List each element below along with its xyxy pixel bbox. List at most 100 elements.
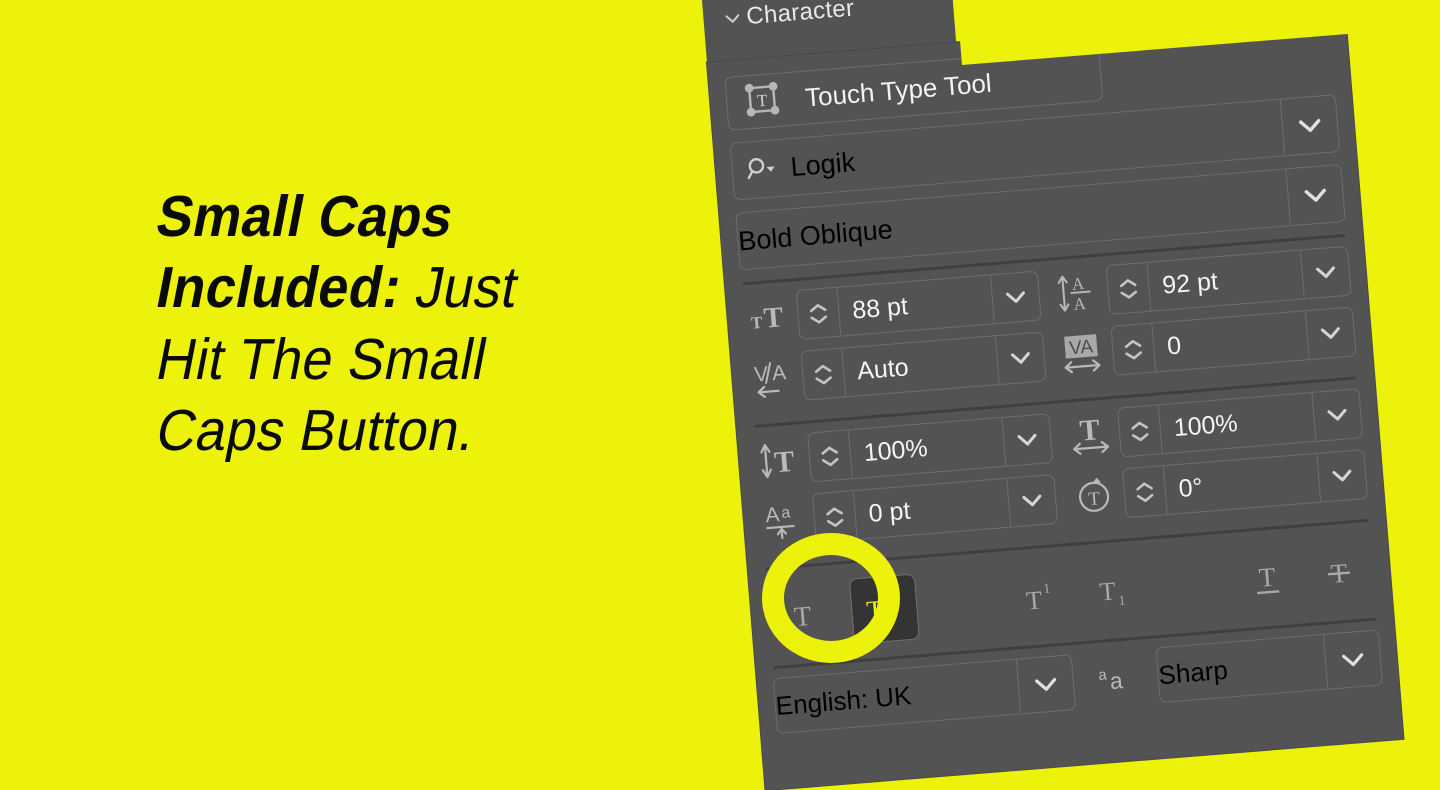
language-select[interactable]: English: UK [772,654,1077,735]
baseline-shift-value[interactable]: 0 pt [854,479,1010,539]
metrics-column-left-2: T 100% A a 0 pt [753,413,1059,558]
character-rotation-icon: T [1068,472,1125,518]
panel-title-row: Character [724,0,855,33]
font-style-value: Bold Oblique [737,213,894,256]
touch-type-tool-icon: T [742,78,783,124]
svg-text:A: A [765,503,781,527]
superscript-button[interactable]: T 1 [1006,563,1073,630]
svg-text:T: T [1099,576,1117,606]
svg-text:a: a [781,504,791,522]
svg-text:a: a [1098,666,1108,684]
font-search-icon[interactable] [732,154,782,186]
metrics-column-right-2: T 100% T 0° [1063,388,1369,533]
baseline-shift-row: A a 0 pt [758,473,1059,548]
svg-text:A: A [771,361,787,385]
baseline-shift-input[interactable]: 0 pt [811,473,1059,544]
specimen-line-1: Small Caps [151,184,684,249]
horizontal-scale-stepper[interactable] [1118,405,1163,457]
tracking-row: VA 0 [1057,306,1357,380]
font-family-dropdown-arrow[interactable] [1279,94,1341,157]
anti-aliasing-icon: a a [1086,649,1146,709]
language-value: English: UK [774,679,913,721]
font-size-stepper[interactable] [796,287,842,339]
metrics-group-2: T 100% A a 0 pt T 100% T 0° [753,388,1369,558]
character-rotation-stepper[interactable] [1122,466,1168,518]
strikethrough-button[interactable]: T [1306,539,1373,606]
touch-type-tool-label: Touch Type Tool [803,67,993,113]
metrics-group-1: T T 88 pt V A Auto A A 92 pt VA 0 [742,245,1358,416]
font-style-dropdown-arrow[interactable] [1285,163,1346,227]
svg-text:T: T [1078,413,1101,447]
subscript-button[interactable]: T 1 [1080,557,1147,624]
kerning-stepper[interactable] [801,348,847,400]
tracking-dropdown-arrow[interactable] [1304,307,1356,360]
character-panel-content: T Touch Type Tool Logik Bold Oblique T T… [707,11,1403,790]
svg-text:T: T [750,313,763,333]
horizontal-scale-icon: T [1063,412,1120,458]
underline-button[interactable]: T [1234,545,1301,612]
language-dropdown-arrow[interactable] [1015,654,1077,715]
leading-input[interactable]: 92 pt [1105,245,1352,315]
specimen-line-2-light: Just [410,255,525,321]
specimen-line-4: Caps Button. [151,398,482,464]
leading-stepper[interactable] [1106,262,1152,314]
leading-icon: A A [1052,269,1109,315]
horizontal-scale-dropdown-arrow[interactable] [1311,389,1363,441]
svg-text:T: T [1258,562,1277,593]
character-rotation-value[interactable]: 0° [1164,454,1320,514]
specimen-line-1-text: Small Caps [151,184,460,249]
specimen-line-3: Hit The Small [151,326,493,392]
leading-value[interactable]: 92 pt [1147,251,1303,311]
vertical-scale-dropdown-arrow[interactable] [1001,414,1053,466]
small-caps-button[interactable]: T T [848,573,920,645]
kerning-dropdown-arrow[interactable] [994,332,1046,385]
character-rotation-input[interactable]: 0° [1121,449,1369,519]
svg-text:T: T [793,601,813,633]
font-specimen-text: Small Caps Included: Just Hit The Small … [151,184,712,464]
kerning-row: V A Auto [747,331,1047,405]
horizontal-scale-value[interactable]: 100% [1159,393,1315,453]
vertical-scale-value[interactable]: 100% [849,418,1005,478]
tracking-input[interactable]: 0 [1110,306,1357,376]
tracking-value[interactable]: 0 [1152,311,1308,371]
svg-text:T: T [756,90,768,110]
horizontal-scale-input[interactable]: 100% [1116,388,1364,458]
svg-text:T: T [773,445,796,479]
svg-text:1: 1 [1043,582,1051,598]
all-caps-button[interactable]: T [769,582,836,649]
anti-aliasing-dropdown-arrow[interactable] [1322,629,1384,690]
language-field[interactable]: English: UK [772,658,1021,735]
tracking-stepper[interactable] [1111,323,1157,375]
font-size-value[interactable]: 88 pt [837,275,993,335]
specimen-line-2: Included: Just [151,255,684,320]
character-panel: Character T Touch Type Tool Logik Bold O… [701,0,1404,790]
svg-text:VA: VA [1068,336,1094,359]
tracking-icon: VA [1057,329,1114,377]
svg-text:T: T [1088,488,1102,510]
vertical-scale-icon: T [754,438,811,482]
kerning-input[interactable]: Auto [800,331,1047,401]
kerning-value[interactable]: Auto [842,336,998,396]
chevron-down-icon[interactable] [725,10,740,27]
anti-aliasing-select[interactable]: Sharp [1155,629,1384,704]
font-size-dropdown-arrow[interactable] [989,271,1041,324]
vertical-scale-stepper[interactable] [808,430,853,482]
anti-aliasing-value: Sharp [1157,654,1229,690]
kerning-icon: V A [747,356,804,400]
metrics-column-right: A A 92 pt VA 0 [1052,245,1358,391]
svg-text:a: a [1109,667,1124,694]
font-size-icon: T T [742,297,799,337]
leading-dropdown-arrow[interactable] [1299,246,1351,299]
anti-aliasing-field[interactable]: Sharp [1155,633,1328,704]
svg-text:1: 1 [1118,594,1126,609]
baseline-shift-dropdown-arrow[interactable] [1006,475,1058,527]
baseline-shift-stepper[interactable] [812,491,858,543]
font-size-input[interactable]: 88 pt [795,270,1042,340]
svg-text:T: T [762,301,784,334]
specimen-line-2-heavy: Included: [151,255,408,321]
svg-text:A: A [1073,294,1087,314]
vertical-scale-input[interactable]: 100% [806,413,1054,483]
character-rotation-dropdown-arrow[interactable] [1316,450,1368,502]
svg-text:T: T [865,595,885,627]
svg-text:A: A [1071,274,1085,294]
